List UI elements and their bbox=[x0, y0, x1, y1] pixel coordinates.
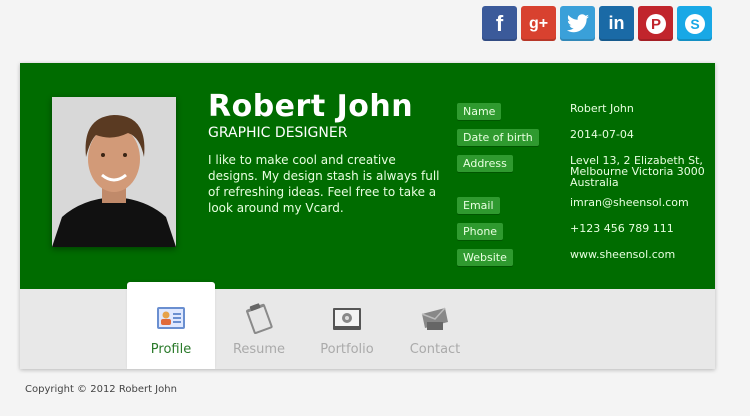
info-label: Website bbox=[457, 249, 513, 266]
profile-panel: Robert John GRAPHIC DESIGNER I like to m… bbox=[20, 63, 715, 289]
svg-text:P: P bbox=[650, 16, 660, 33]
tab-label: Portfolio bbox=[320, 342, 374, 357]
info-value: Level 13, 2 Elizabeth St, Melbourne Vict… bbox=[570, 154, 705, 189]
tab-label: Resume bbox=[232, 342, 286, 357]
social-links: f g+ in P S bbox=[482, 6, 712, 41]
tab-bar: Profile Resume Portfolio Contact bbox=[127, 282, 479, 369]
info-row-phone: Phone +123 456 789 111 bbox=[457, 223, 707, 249]
info-row-name: Name Robert John bbox=[457, 103, 707, 129]
profile-name: Robert John bbox=[208, 89, 414, 124]
info-label: Name bbox=[457, 103, 502, 120]
tab-label: Contact bbox=[409, 342, 461, 357]
google-plus-icon[interactable]: g+ bbox=[521, 6, 556, 41]
info-label: Date of birth bbox=[457, 129, 539, 146]
profile-role: GRAPHIC DESIGNER bbox=[208, 125, 348, 141]
info-value: 2014-07-04 bbox=[570, 128, 634, 141]
info-value: Robert John bbox=[570, 102, 634, 115]
info-value[interactable]: www.sheensol.com bbox=[570, 249, 705, 260]
info-row-address: Address Level 13, 2 Elizabeth St, Melbou… bbox=[457, 155, 707, 197]
vcard: Robert John GRAPHIC DESIGNER I like to m… bbox=[20, 63, 715, 369]
profile-photo bbox=[52, 97, 176, 247]
tab-resume[interactable]: Resume bbox=[215, 282, 303, 369]
info-list: Name Robert John Date of birth 2014-07-0… bbox=[457, 103, 707, 275]
facebook-icon[interactable]: f bbox=[482, 6, 517, 41]
profile-card-icon bbox=[157, 307, 185, 329]
mail-icon bbox=[421, 307, 448, 330]
info-value[interactable]: imran@sheensol.com bbox=[570, 197, 705, 208]
tab-portfolio[interactable]: Portfolio bbox=[303, 282, 391, 369]
info-row-website: Website www.sheensol.com bbox=[457, 249, 707, 275]
photo-album-icon bbox=[333, 308, 361, 330]
twitter-icon[interactable] bbox=[560, 6, 595, 41]
tab-label: Profile bbox=[150, 342, 192, 357]
profile-bio: I like to make cool and creative designs… bbox=[208, 153, 440, 215]
info-label: Email bbox=[457, 197, 500, 214]
tab-contact[interactable]: Contact bbox=[391, 282, 479, 369]
info-label: Phone bbox=[457, 223, 504, 240]
svg-text:S: S bbox=[690, 16, 699, 32]
info-row-email: Email imran@sheensol.com bbox=[457, 197, 707, 223]
info-row-dob: Date of birth 2014-07-04 bbox=[457, 129, 707, 155]
info-value: +123 456 789 111 bbox=[570, 222, 674, 235]
skype-icon[interactable]: S bbox=[677, 6, 712, 41]
pinterest-icon[interactable]: P bbox=[638, 6, 673, 41]
copyright: Copyright © 2012 Robert John bbox=[25, 384, 177, 395]
clipboard-icon bbox=[246, 303, 273, 334]
linkedin-icon[interactable]: in bbox=[599, 6, 634, 41]
tab-profile[interactable]: Profile bbox=[127, 282, 215, 369]
info-label: Address bbox=[457, 155, 513, 172]
